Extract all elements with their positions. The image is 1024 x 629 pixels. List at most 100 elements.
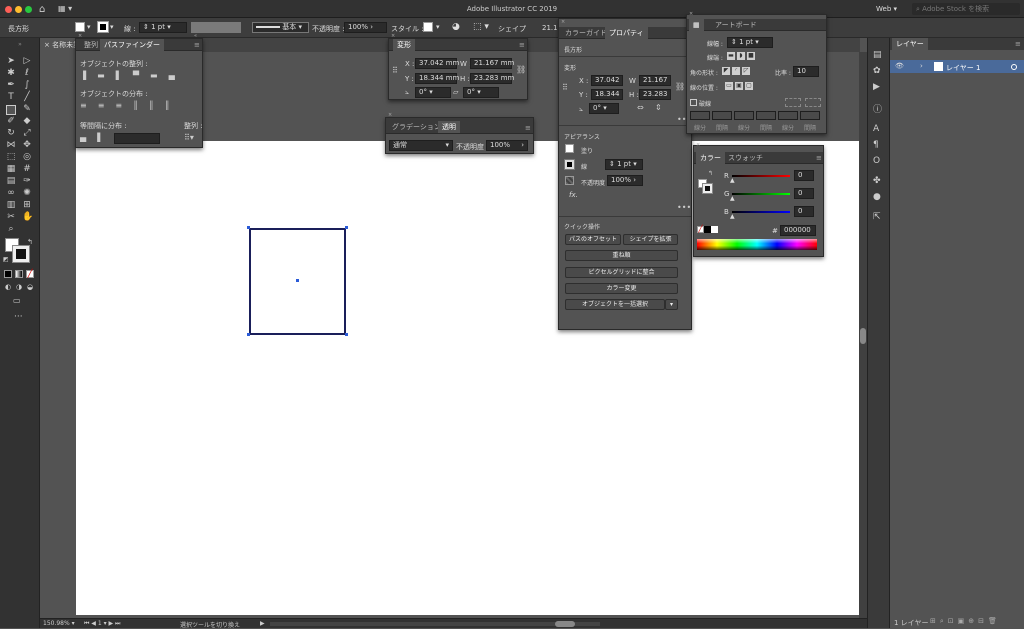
draw-mode-icon[interactable]: ◐ <box>5 283 11 291</box>
tab-color[interactable]: カラー <box>696 152 725 164</box>
gradient-mode-icon[interactable] <box>15 270 23 278</box>
cc-libraries-icon[interactable]: ✿ <box>873 66 881 76</box>
h-input[interactable]: 23.283 mm <box>470 73 514 84</box>
align-outside-icon[interactable]: ▢ <box>745 82 753 90</box>
brush-definition-select[interactable]: 基本 ▾ <box>252 22 309 33</box>
align-objects-buttons[interactable]: ▐▬▌▀▬▄ <box>80 71 186 80</box>
artboard-navigation[interactable]: ⏮ ◀ 1 ▾ ▶ ⏭ <box>84 620 120 628</box>
black-color-icon[interactable] <box>704 226 711 233</box>
dash-align-icon[interactable] <box>805 98 821 107</box>
opacity-input[interactable]: 100% › <box>607 175 643 186</box>
color-mode-icon[interactable] <box>4 270 12 278</box>
close-icon[interactable]: × <box>388 112 392 118</box>
type-tool-icon[interactable]: T <box>6 92 16 102</box>
info-icon[interactable]: ⓘ <box>873 102 882 115</box>
panel-menu-icon[interactable]: ≡ <box>525 124 531 132</box>
stroke-swatch[interactable] <box>564 159 575 170</box>
stroke-weight-input[interactable]: ⇕ 1 pt ▾ <box>139 22 187 33</box>
curvature-tool-icon[interactable]: ∫ <box>22 80 32 90</box>
tab-color-guide[interactable]: カラーガイド <box>561 27 611 39</box>
artboard-tool-icon[interactable]: ⊞ <box>22 200 32 210</box>
close-icon[interactable]: × <box>696 142 700 148</box>
free-transform-tool-icon[interactable]: ⬚ <box>6 152 16 162</box>
symbols-icon[interactable]: ✤ <box>873 176 881 186</box>
zoom-level[interactable]: 150.98% ▾ <box>43 620 75 627</box>
tab-stroke[interactable]: ▦ <box>689 19 704 31</box>
dash-preserve-icon[interactable] <box>785 98 801 107</box>
spacing-input[interactable] <box>114 133 160 144</box>
chevron-down-icon[interactable]: ▾ <box>436 23 440 31</box>
chevron-down-icon[interactable]: ▾ <box>87 23 91 31</box>
red-slider[interactable] <box>732 175 790 177</box>
chevron-down-icon[interactable]: ▾ <box>110 23 114 31</box>
close-icon[interactable]: × <box>44 41 50 49</box>
butt-cap-icon[interactable]: ▬ <box>727 52 735 60</box>
reference-point-icon[interactable]: ⠿ <box>562 83 568 92</box>
stroke-color-swatch[interactable] <box>702 183 713 194</box>
fill-swatch[interactable] <box>565 144 574 153</box>
eyedropper-tool-icon[interactable]: ✑ <box>22 176 32 186</box>
selection-handle[interactable] <box>345 333 348 336</box>
tab-transparency[interactable]: 透明 <box>438 121 460 133</box>
blend-tool-icon[interactable]: ∞ <box>6 188 16 198</box>
slider-thumb-icon[interactable]: ▲ <box>730 177 735 184</box>
edit-toolbar-icon[interactable]: ··· <box>14 312 23 322</box>
selection-tool-icon[interactable]: ➤ <box>6 56 16 66</box>
scroll-thumb[interactable] <box>860 328 866 344</box>
layer-row[interactable]: 👁 › レイヤー 1 <box>890 60 1024 73</box>
symbol-sprayer-tool-icon[interactable]: ✺ <box>22 188 32 198</box>
rotate-input[interactable]: 0° ▾ <box>415 87 451 98</box>
panel-menu-icon[interactable]: ≡ <box>519 41 525 49</box>
magic-wand-tool-icon[interactable]: ✱ <box>6 68 16 78</box>
panel-menu-icon[interactable]: ≡ <box>194 41 200 49</box>
tab-properties[interactable]: プロパティ <box>605 27 648 39</box>
swap-colors-icon[interactable]: ↰ <box>27 238 33 246</box>
swap-colors-icon[interactable]: ↰ <box>708 170 713 177</box>
visibility-icon[interactable]: 👁 <box>895 62 904 70</box>
workspace-switcher[interactable]: Web ▾ <box>876 5 897 13</box>
dashed-checkbox[interactable] <box>690 99 697 106</box>
pen-tool-icon[interactable]: ✒ <box>6 80 16 90</box>
square-cap-icon[interactable]: ■ <box>747 52 755 60</box>
blue-slider[interactable] <box>732 211 790 213</box>
constrain-proportions-icon[interactable]: ⛓ <box>675 82 685 91</box>
graph-tool-icon[interactable]: ▥ <box>6 200 16 210</box>
opacity-input[interactable]: 100% › <box>486 140 528 151</box>
perspective-grid-tool-icon[interactable]: ▦ <box>6 164 16 174</box>
dash-input[interactable] <box>734 111 754 120</box>
export-icon[interactable]: ⇱ <box>873 212 881 222</box>
scale-tool-icon[interactable]: ⤢ <box>22 128 32 138</box>
slice-tool-icon[interactable]: ✂ <box>6 212 16 222</box>
tab-align[interactable]: 整列 <box>80 39 102 51</box>
w-input[interactable]: 21.167 <box>639 75 671 86</box>
opacity-input[interactable]: 100% › <box>344 22 387 33</box>
draw-inside-icon[interactable]: ◒ <box>27 283 33 291</box>
paintbrush-tool-icon[interactable]: ✎ <box>22 104 32 114</box>
gap-input[interactable] <box>756 111 776 120</box>
selection-handle[interactable] <box>247 333 250 336</box>
close-icon[interactable]: × <box>689 11 693 17</box>
flip-horizontal-icon[interactable]: ⇔ <box>637 103 644 112</box>
stroke-width-input[interactable]: ⇕ 1 pt ▾ <box>727 37 773 48</box>
blend-mode-select[interactable]: 通常 ▾ <box>389 140 453 151</box>
rotate-input[interactable]: 0° ▾ <box>589 103 619 114</box>
align-pixel-grid-button[interactable]: ピクセルグリッドに整合 <box>565 267 678 278</box>
graphic-style-swatch[interactable] <box>423 22 433 32</box>
direct-selection-tool-icon[interactable]: ▷ <box>22 56 32 66</box>
tab-layers[interactable]: レイヤー <box>892 38 928 50</box>
character-icon[interactable]: A <box>873 124 879 134</box>
collapse-icon[interactable]: « <box>194 33 197 39</box>
horizontal-scroll-thumb[interactable] <box>555 621 575 627</box>
offset-path-button[interactable]: パスのオフセット <box>565 234 621 245</box>
flip-vertical-icon[interactable]: ⇕ <box>655 103 662 112</box>
draw-behind-icon[interactable]: ◑ <box>16 283 22 291</box>
appearance-icon[interactable]: ● <box>873 192 881 202</box>
line-tool-icon[interactable]: ╱ <box>22 92 32 102</box>
lasso-tool-icon[interactable]: ℓ <box>22 68 32 78</box>
opentype-icon[interactable]: O <box>873 156 880 166</box>
w-input[interactable]: 21.167 mm <box>470 58 514 69</box>
stroke-weight-input[interactable]: ⇕ 1 pt ▾ <box>605 159 643 170</box>
hand-tool-icon[interactable]: ✋ <box>22 212 33 222</box>
paragraph-icon[interactable]: ¶ <box>873 140 879 150</box>
distribute-spacing-buttons[interactable]: ▄▐ <box>80 133 108 142</box>
